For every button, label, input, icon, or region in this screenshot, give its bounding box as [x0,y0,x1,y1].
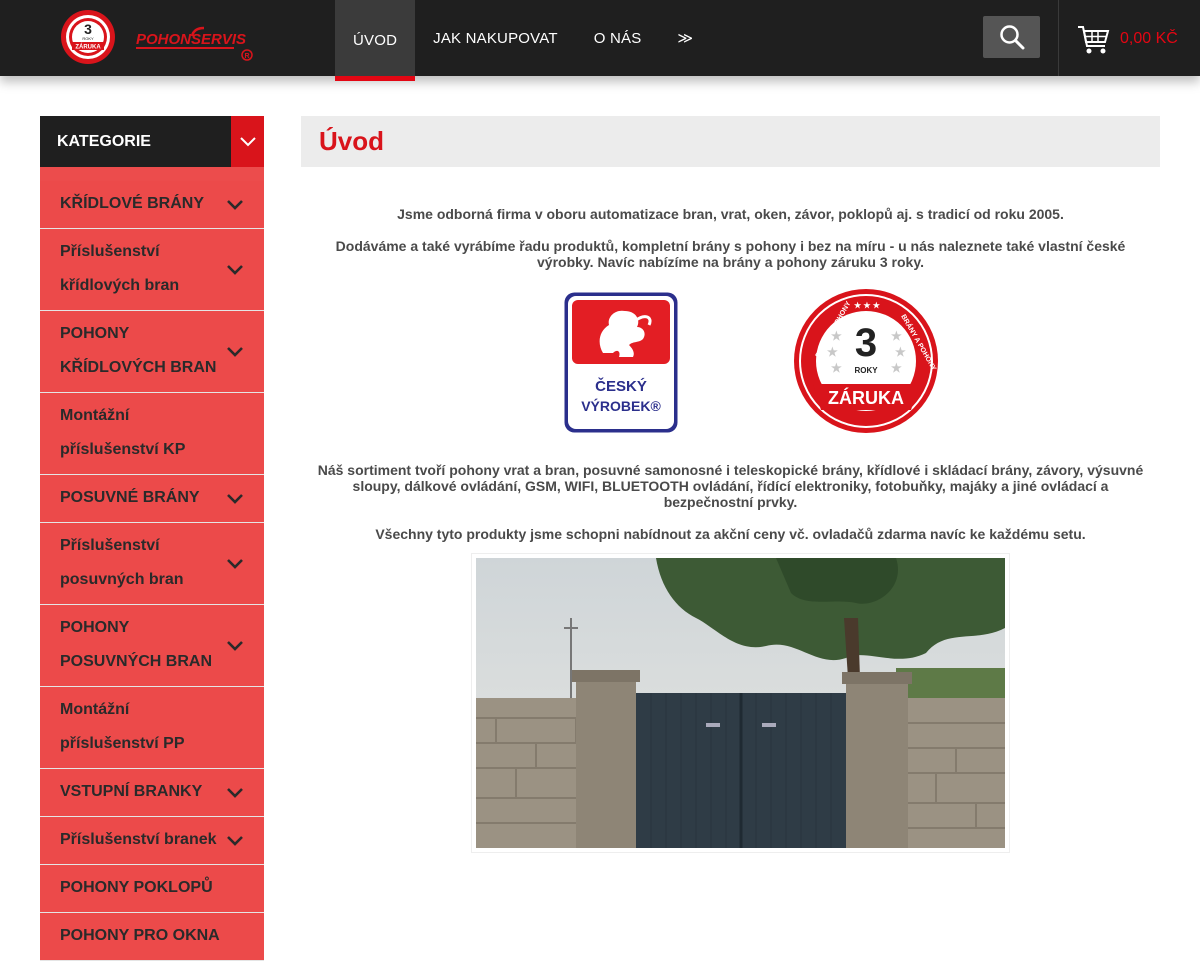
svg-text:★: ★ [831,329,842,343]
svg-text:ČESKÝ: ČESKÝ [595,377,647,395]
header-divider [1058,0,1059,76]
sidebar-category-item[interactable]: Montážní příslušenství PP [40,687,264,769]
sidebar-category-item[interactable]: POHONY KŘÍDLOVÝCH BRAN [40,311,264,393]
sidebar-category-item[interactable]: POHONY POKLOPŮ [40,865,264,913]
category-label: POHONY POSUVNÝCH BRAN [60,619,213,670]
category-label: Příslušenství posuvných bran [60,537,184,588]
svg-text:★: ★ [827,345,838,359]
chevron-down-icon[interactable] [226,346,244,358]
gate-photo-image [476,558,1005,848]
cesky-vyrobek-badge: ČESKÝ VÝROBEK® [564,292,678,433]
category-label: Montážní příslušenství KP [60,407,186,458]
nav-uvod[interactable]: Úvod [335,0,416,81]
cart-icon [1078,26,1110,54]
top-header: 3 ROKY ZÁRUKA POHONSERVIS R Úvod Jak nak… [0,0,1200,81]
sidebar-toggle-button[interactable] [231,116,264,167]
svg-text:POHONSERVIS: POHONSERVIS [136,31,246,48]
offer-paragraph: Všechny tyto produkty jsme schopni nabíd… [375,526,1086,542]
main-content: Úvod Jsme odborná firma v oboru automati… [301,116,1160,853]
svg-text:3: 3 [855,321,877,365]
chevron-down-icon[interactable] [226,640,244,652]
svg-text:★: ★ [831,361,842,375]
title-bar: Úvod [301,116,1160,167]
svg-text:ZÁRUKA: ZÁRUKA [75,44,101,51]
nav-o-nas[interactable]: O nás [576,0,660,76]
chevron-down-icon[interactable] [226,787,244,799]
chevron-down-icon [239,136,256,146]
brand-logo[interactable]: POHONSERVIS R [134,22,256,64]
nav-more-label: ≫ [677,30,694,47]
svg-text:ROKY: ROKY [82,36,94,41]
gate-photo [471,553,1010,853]
cart-button[interactable]: 0,00 Kč [1076,22,1178,56]
nav-more[interactable]: ≫ [659,0,711,76]
category-sidebar: KATEGORIE KŘÍDLOVÉ BRÁNY Příslušenství kř… [40,116,264,961]
svg-text:3: 3 [84,21,92,37]
products-paragraph: Dodáváme a také vyrábíme řadu produktů, … [335,238,1126,270]
svg-text:R: R [244,53,249,60]
chevron-down-icon[interactable] [226,264,244,276]
nav-label: Úvod [353,32,398,49]
sidebar-title: KATEGORIE [57,132,151,150]
category-label: Příslušenství branek [60,831,217,848]
category-label: Montážní příslušenství PP [60,701,185,752]
nav-label: O nás [593,29,642,47]
svg-text:VÝROBEK®: VÝROBEK® [581,397,661,414]
nav-jak-nakupovat[interactable]: Jak nakupovat [415,0,576,76]
search-button[interactable] [983,16,1040,58]
svg-text:★: ★ [891,361,902,375]
intro-paragraph: Jsme odborná firma v oboru automatizace … [397,206,1064,222]
sidebar-category-item[interactable]: VSTUPNÍ BRANKY [40,769,264,817]
cart-total: 0,00 Kč [1120,30,1178,47]
svg-text:★: ★ [891,329,902,343]
category-label: POSUVNÉ BRÁNY [60,489,200,506]
sidebar-category-item[interactable]: Montážní příslušenství KP [40,393,264,475]
category-label: KŘÍDLOVÉ BRÁNY [60,195,205,212]
assortment-paragraph: Náš sortiment tvoří pohony vrat a bran, … [317,462,1144,510]
search-icon [999,25,1024,50]
content-body: Jsme odborná firma v oboru automatizace … [301,206,1160,542]
category-label: POHONY KŘÍDLOVÝCH BRAN [60,325,217,376]
sidebar-category-item[interactable]: Příslušenství branek [40,817,264,865]
chevron-down-icon[interactable] [226,493,244,505]
main-nav: Úvod Jak nakupovat O nás ≫ [335,0,711,81]
badges-row: ČESKÝ VÝROBEK® BRÁNY A POHONY BRÁNY A PO… [305,288,1156,436]
chevron-down-icon[interactable] [226,835,244,847]
svg-text:★: ★ [895,345,906,359]
svg-text:★ ★ ★: ★ ★ ★ [854,301,881,310]
sidebar-category-item[interactable]: POHONY POSUVNÝCH BRAN [40,605,264,687]
sidebar-category-item[interactable]: Příslušenství křídlových bran [40,229,264,311]
svg-text:ZÁRUKA: ZÁRUKA [828,387,904,408]
nav-label: Jak nakupovat [433,29,558,47]
chevron-down-icon[interactable] [226,558,244,570]
svg-text:ROKY: ROKY [854,366,878,375]
sidebar-category-item[interactable]: Příslušenství posuvných bran [40,523,264,605]
sidebar-category-item[interactable]: POSUVNÉ BRÁNY [40,475,264,523]
sidebar-category-item[interactable]: KŘÍDLOVÉ BRÁNY [40,181,264,229]
sidebar-category-item[interactable]: POHONY PRO OKNA [40,913,264,961]
category-label: VSTUPNÍ BRANKY [60,783,203,800]
sidebar-header: KATEGORIE [40,116,264,167]
category-list: KŘÍDLOVÉ BRÁNY Příslušenství křídlových b… [40,167,264,961]
page-title: Úvod [319,126,384,156]
zaruka-3-roky-badge: BRÁNY A POHONY BRÁNY A POHONY ★ ★ ★ ★ ★ … [794,289,939,433]
warranty-logo-icon[interactable]: 3 ROKY ZÁRUKA [60,9,116,65]
category-label: Příslušenství křídlových bran [60,243,180,294]
chevron-down-icon[interactable] [226,199,244,211]
category-label: POHONY POKLOPŮ [60,879,213,896]
category-label: POHONY PRO OKNA [60,927,220,944]
